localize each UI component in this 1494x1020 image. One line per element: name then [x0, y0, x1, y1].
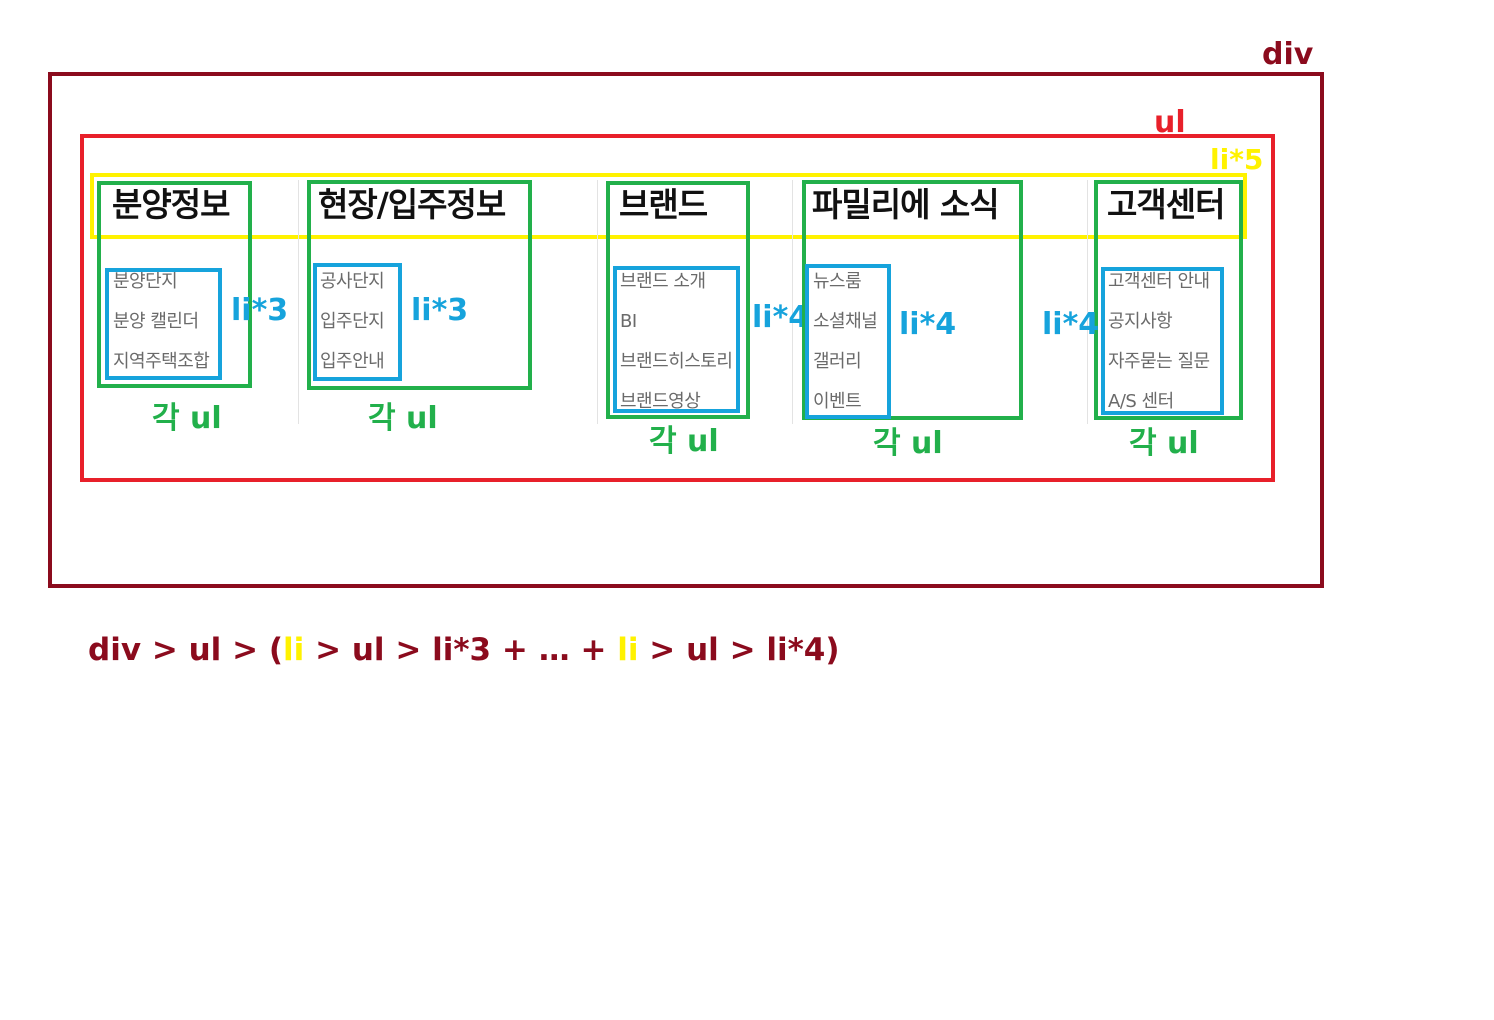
column-divider — [1087, 180, 1088, 424]
formula-part: > ul > li*4) — [638, 632, 840, 668]
each-ul-label: 각 ul — [1129, 426, 1199, 461]
each-ul-label: 각 ul — [152, 401, 222, 436]
li4-label: li*4 — [1042, 307, 1100, 342]
column-divider — [597, 180, 598, 424]
li-group-box — [105, 268, 222, 380]
formula-part: div > ul > ( — [88, 632, 284, 668]
li3-label: li*3 — [411, 293, 469, 328]
li5-label: li*5 — [1210, 143, 1264, 176]
formula-part: > ul > li*3 + … + — [304, 632, 618, 668]
each-ul-label: 각 ul — [368, 401, 438, 436]
div-label: div — [1262, 37, 1314, 72]
li4-label: li*4 — [899, 307, 957, 342]
li4-label: li*4 — [752, 300, 810, 335]
structure-formula: div > ul > (li > ul > li*3 + … + li > ul… — [88, 632, 840, 668]
ul-label: ul — [1154, 105, 1186, 140]
formula-li: li — [617, 632, 639, 668]
each-ul-label: 각 ul — [649, 424, 719, 459]
each-ul-label: 각 ul — [873, 426, 943, 461]
li-group-box — [1101, 267, 1224, 415]
li3-label: li*3 — [231, 293, 289, 328]
li-group-box — [313, 263, 402, 381]
li-group-box — [613, 266, 740, 413]
column-divider — [298, 180, 299, 424]
formula-li: li — [283, 632, 305, 668]
li-group-box — [805, 264, 891, 419]
